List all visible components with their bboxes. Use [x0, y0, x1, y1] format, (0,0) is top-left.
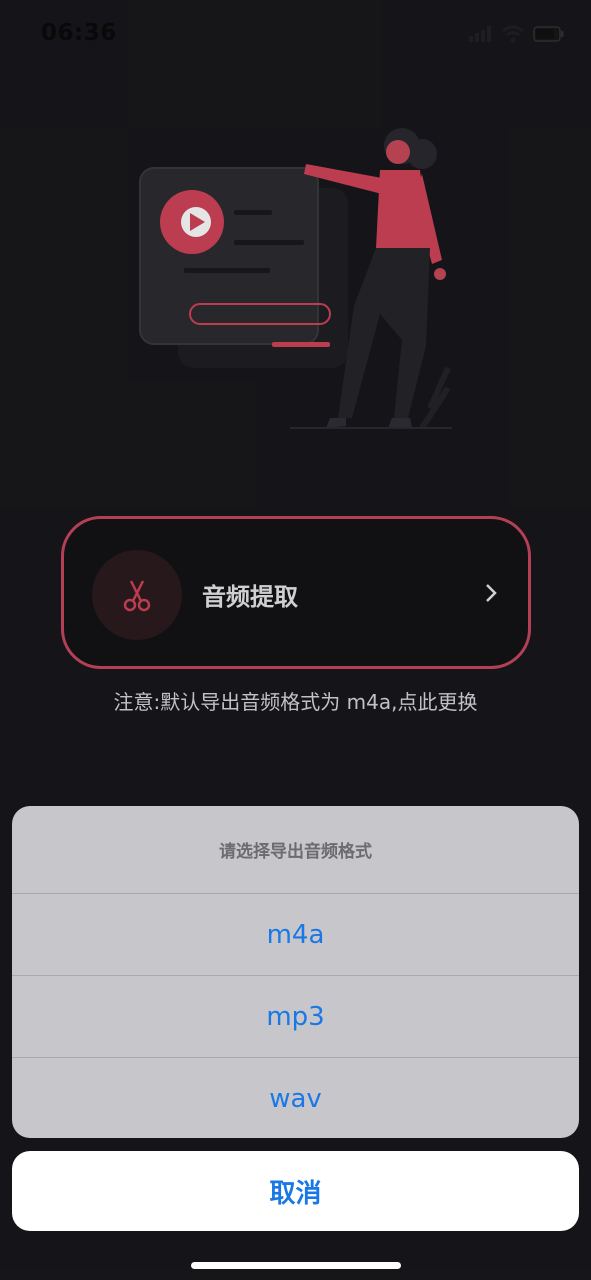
format-action-sheet: 请选择导出音频格式 m4a mp3 wav	[12, 806, 579, 1138]
cancel-button[interactable]: 取消	[12, 1151, 579, 1231]
option-wav[interactable]: wav	[12, 1057, 579, 1138]
screen: 06:36 音频提取 注意:默认导出音频格式为 m4a,点此更换 请选择导出音频…	[0, 0, 591, 1280]
home-indicator	[191, 1262, 401, 1269]
option-mp3[interactable]: mp3	[12, 975, 579, 1057]
sheet-title: 请选择导出音频格式	[219, 842, 372, 862]
option-m4a[interactable]: m4a	[12, 893, 579, 975]
